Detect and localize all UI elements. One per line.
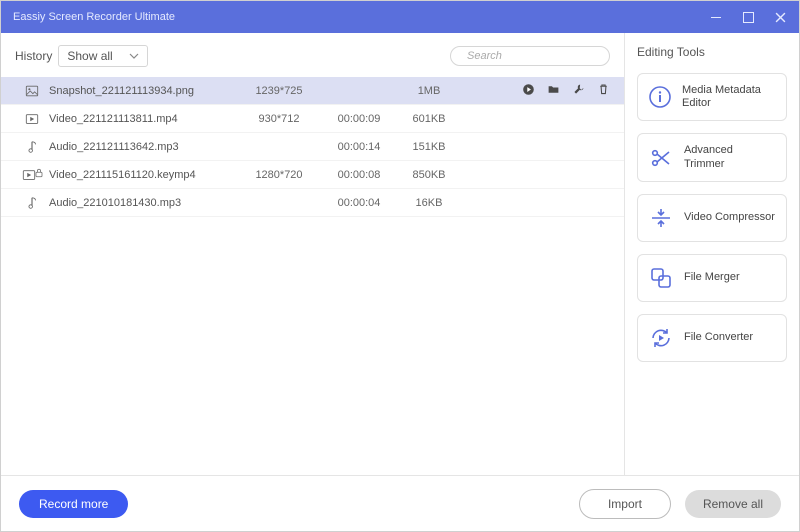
tool-card-merge[interactable]: File Merger [637,254,787,302]
record-more-button[interactable]: Record more [19,490,128,518]
search-input[interactable] [467,50,609,62]
video-lock-icon [15,167,49,182]
file-row[interactable]: Audio_221121113642.mp3 00:00:14151KB [1,133,624,161]
tool-card-compress[interactable]: Video Compressor [637,194,787,242]
file-row[interactable]: Audio_221010181430.mp3 00:00:0416KB [1,189,624,217]
delete-button[interactable] [597,83,610,99]
file-size: 151KB [399,141,459,153]
file-list: Snapshot_221121113934.png1239*725 1MB Vide… [1,77,624,475]
editing-tools-title: Editing Tools [637,45,787,59]
editing-tools-list: Media Metadata Editor Advanced Trimmer Vid… [637,73,787,362]
image-icon [15,84,49,98]
file-size: 16KB [399,197,459,209]
video-icon [15,112,49,126]
maximize-button[interactable] [741,10,755,24]
file-dimensions: 1280*720 [239,169,319,181]
editing-tools-panel: Editing Tools Media Metadata Editor Advan… [624,33,799,475]
scissors-icon [648,145,674,171]
file-name: Audio_221010181430.mp3 [49,197,239,209]
file-name: Video_221115161120.keymp4 [49,169,239,181]
tool-label: File Merger [684,271,740,284]
chevron-down-icon [129,53,139,59]
tool-label: File Converter [684,331,753,344]
play-button[interactable] [522,83,535,99]
tool-card-scissors[interactable]: Advanced Trimmer [637,133,787,181]
titlebar: Eassiy Screen Recorder Ultimate [1,1,799,33]
audio-icon [15,196,49,210]
file-row[interactable]: Video_221115161120.keymp41280*72000:00:0… [1,161,624,189]
history-filter-dropdown[interactable]: Show all [58,45,148,67]
file-name: Audio_221121113642.mp3 [49,141,239,153]
window-controls [709,10,787,24]
lock-icon [33,167,45,182]
compress-icon [648,205,674,231]
file-size: 1MB [399,85,459,97]
file-dimensions: 930*712 [239,113,319,125]
history-filter-selected: Show all [67,49,112,63]
edit-button[interactable] [572,83,585,99]
import-button[interactable]: Import [579,489,671,519]
tool-label: Video Compressor [684,211,775,224]
tool-card-convert[interactable]: File Converter [637,314,787,362]
tool-label: Advanced Trimmer [684,144,776,170]
search-box[interactable] [450,46,610,66]
tool-label: Media Metadata Editor [682,84,776,110]
file-name: Snapshot_221121113934.png [49,85,239,97]
file-duration: 00:00:09 [319,113,399,125]
file-duration: 00:00:04 [319,197,399,209]
info-icon [648,84,672,110]
audio-icon [15,140,49,154]
file-duration: 00:00:08 [319,169,399,181]
toolbar: History Show all [1,45,624,77]
history-label: History [15,49,52,63]
file-name: Video_221121113811.mp4 [49,113,239,125]
file-row[interactable]: Snapshot_221121113934.png1239*725 1MB [1,77,624,105]
file-size: 850KB [399,169,459,181]
window-title: Eassiy Screen Recorder Ultimate [13,11,709,23]
tool-card-info[interactable]: Media Metadata Editor [637,73,787,121]
merge-icon [648,265,674,291]
file-row[interactable]: Video_221121113811.mp4930*71200:00:09601… [1,105,624,133]
row-actions [459,83,610,99]
file-size: 601KB [399,113,459,125]
close-button[interactable] [773,10,787,24]
open-folder-button[interactable] [547,83,560,99]
file-dimensions: 1239*725 [239,85,319,97]
minimize-button[interactable] [709,10,723,24]
footer: Record more Import Remove all [1,475,799,531]
file-duration: 00:00:14 [319,141,399,153]
remove-all-button[interactable]: Remove all [685,490,781,518]
convert-icon [648,325,674,351]
